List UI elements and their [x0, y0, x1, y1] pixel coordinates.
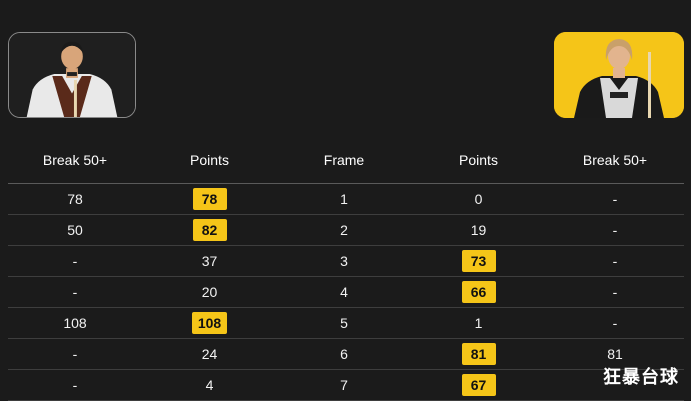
frame-number-cell: 4	[277, 276, 411, 308]
frame-score-table: Break 50+ Points Frame Points Break 50+ …	[8, 136, 684, 401]
column-header-right-break: Break 50+	[546, 136, 684, 184]
cell-value: 81	[607, 346, 623, 362]
table-row: - 24 6 81 81	[8, 338, 684, 370]
cell-value: 50	[67, 222, 83, 238]
cell-value: 4	[205, 377, 214, 393]
player-photo-icon	[9, 33, 135, 117]
winning-points-badge: 73	[461, 250, 496, 272]
column-header-right-points: Points	[411, 136, 546, 184]
cell-value: -	[612, 253, 618, 269]
cell-value: -	[612, 222, 618, 238]
cell-value: 7	[340, 377, 348, 393]
right-break-cell: -	[546, 214, 684, 246]
cell-value: -	[72, 253, 78, 269]
winning-points-badge: 81	[461, 343, 496, 365]
right-points-cell: 81	[411, 338, 546, 370]
cell-value: 1	[340, 191, 348, 207]
cell-value: 24	[201, 346, 218, 362]
right-points-cell: 67	[411, 369, 546, 401]
cell-value: 1	[474, 315, 483, 331]
left-break-cell: 108	[8, 307, 142, 339]
cell-value: 5	[340, 315, 348, 331]
right-points-cell: 1	[411, 307, 546, 339]
table-row: - 20 4 66 -	[8, 276, 684, 308]
winning-points-badge: 82	[192, 219, 227, 241]
winning-points-badge: 66	[461, 281, 496, 303]
left-points-cell: 20	[142, 276, 277, 308]
frame-number-cell: 1	[277, 183, 411, 215]
left-points-cell: 82	[142, 214, 277, 246]
cell-value: 2	[340, 222, 348, 238]
right-break-cell: -	[546, 307, 684, 339]
cell-value: -	[612, 284, 618, 300]
left-points-cell: 4	[142, 369, 277, 401]
winning-points-badge: 108	[191, 312, 228, 334]
cell-value: -	[72, 377, 78, 393]
table-header-row: Break 50+ Points Frame Points Break 50+	[8, 136, 684, 184]
cell-value: -	[72, 284, 78, 300]
table-row: 50 82 2 19 -	[8, 214, 684, 246]
table-row: - 4 7 67	[8, 369, 684, 401]
right-points-cell: 66	[411, 276, 546, 308]
left-break-cell: 78	[8, 183, 142, 215]
frame-number-cell: 6	[277, 338, 411, 370]
winning-points-badge: 78	[192, 188, 227, 210]
cell-value: 6	[340, 346, 348, 362]
left-break-cell: 50	[8, 214, 142, 246]
watermark: 狂暴台球	[603, 367, 679, 387]
cell-value: 37	[201, 253, 218, 269]
left-break-cell: -	[8, 276, 142, 308]
left-points-cell: 78	[142, 183, 277, 215]
column-header-left-break: Break 50+	[8, 136, 142, 184]
column-header-frame: Frame	[277, 136, 411, 184]
right-points-cell: 0	[411, 183, 546, 215]
cell-value: 20	[201, 284, 218, 300]
frame-number-cell: 5	[277, 307, 411, 339]
right-points-cell: 73	[411, 245, 546, 277]
cell-value: 0	[474, 191, 483, 207]
cell-value: 78	[67, 191, 83, 207]
left-break-cell: -	[8, 245, 142, 277]
cell-value: 19	[470, 222, 487, 238]
left-break-cell: -	[8, 338, 142, 370]
frame-number-cell: 2	[277, 214, 411, 246]
left-break-cell: -	[8, 369, 142, 401]
cell-value: -	[612, 191, 618, 207]
column-header-left-points: Points	[142, 136, 277, 184]
cell-value: 108	[63, 315, 87, 331]
winning-points-badge: 67	[461, 374, 496, 396]
cell-value: 3	[340, 253, 348, 269]
left-points-cell: 37	[142, 245, 277, 277]
player-right-card	[554, 32, 684, 118]
frame-number-cell: 7	[277, 369, 411, 401]
right-break-cell: -	[546, 276, 684, 308]
player-left-card	[8, 32, 136, 118]
cell-value: -	[72, 346, 78, 362]
right-break-cell: -	[546, 245, 684, 277]
table-row: 78 78 1 0 -	[8, 183, 684, 215]
player-photo-icon	[554, 32, 684, 118]
cell-value: -	[612, 315, 618, 331]
right-points-cell: 19	[411, 214, 546, 246]
frame-number-cell: 3	[277, 245, 411, 277]
right-break-cell: -	[546, 183, 684, 215]
left-points-cell: 24	[142, 338, 277, 370]
table-row: 108 108 5 1 -	[8, 307, 684, 339]
cell-value: 4	[340, 284, 348, 300]
left-points-cell: 108	[142, 307, 277, 339]
table-row: - 37 3 73 -	[8, 245, 684, 277]
